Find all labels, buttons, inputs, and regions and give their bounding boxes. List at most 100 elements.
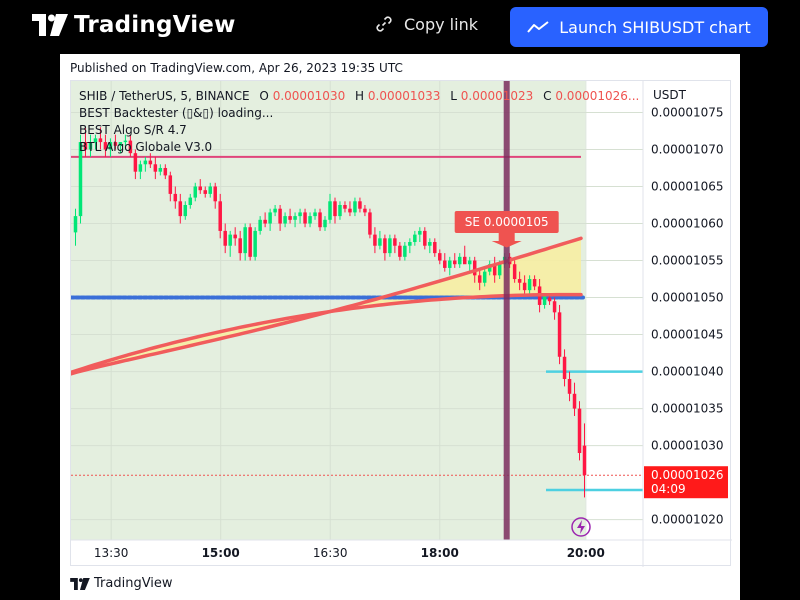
- symbol-title: SHIB / TetherUS, 5, BINANCE: [79, 89, 250, 103]
- tradingview-logo-icon: [32, 14, 68, 36]
- candle-body: [358, 201, 362, 209]
- price-tick-label: 0.00001035: [651, 402, 724, 416]
- candle-body: [393, 238, 397, 246]
- time-tick-label: 18:00: [421, 546, 459, 560]
- copy-link-label: Copy link: [404, 14, 478, 34]
- candle-body: [423, 230, 427, 246]
- candle-body: [413, 234, 417, 243]
- candle-body: [552, 301, 557, 313]
- copy-link-button[interactable]: Copy link: [374, 14, 478, 34]
- currency-label: USDT: [653, 88, 687, 102]
- candle-body: [458, 256, 462, 265]
- candle-body: [383, 238, 387, 254]
- price-tick-label: 0.00001065: [651, 179, 724, 193]
- price-tick-label: 0.00001030: [651, 439, 724, 453]
- candle-body: [398, 245, 402, 257]
- candle-body: [213, 186, 217, 202]
- candle-body: [482, 271, 487, 283]
- price-tick-label: 0.00001020: [651, 513, 724, 527]
- indicator-2[interactable]: BEST Algo S/R 4.7: [79, 123, 187, 137]
- last-price-value: 0.00001026: [651, 468, 724, 482]
- close-label: C: [543, 89, 551, 103]
- price-axis[interactable]: 0.00001075 0.00001070 0.00001065 0.00001060…: [651, 105, 724, 526]
- candle-body: [188, 197, 193, 206]
- candle-body: [283, 216, 287, 224]
- candle-body: [323, 219, 327, 228]
- time-tick-label: 16:30: [313, 546, 348, 560]
- launch-chart-button[interactable]: Launch SHIBUSDT chart: [510, 7, 768, 47]
- candle-body: [557, 312, 562, 357]
- candle-body: [183, 205, 188, 217]
- top-bar: TradingView Copy link Launch SHIBUSDT ch…: [0, 0, 800, 54]
- candle-body: [318, 212, 322, 228]
- time-tick-label: 15:00: [202, 546, 240, 560]
- chart-frame[interactable]: SE 0.0000105 SHIB / TetherUS, 5, BINANCE…: [69, 80, 732, 567]
- countdown-value: 04:09: [651, 482, 686, 496]
- candle-body: [138, 164, 143, 172]
- candle-body: [303, 212, 307, 224]
- candle-body: [378, 238, 382, 246]
- time-tick-label: 13:30: [94, 546, 129, 560]
- close-value: 0.00001026...: [555, 89, 639, 103]
- indicator-3[interactable]: BTL Algo Globale V3.0: [79, 140, 212, 154]
- indicator-1[interactable]: BEST Backtester (▯&▯) loading...: [79, 106, 273, 120]
- candle-body: [143, 160, 148, 165]
- candle-body: [517, 279, 522, 283]
- tradingview-footer-icon: [70, 577, 90, 590]
- candle-body: [223, 230, 227, 246]
- candle-body: [243, 227, 247, 254]
- candle-body: [273, 208, 277, 213]
- chart-card: Published on TradingView.com, Apr 26, 20…: [60, 54, 740, 600]
- tradingview-logo[interactable]: TradingView: [32, 12, 236, 38]
- candle-body: [363, 208, 367, 213]
- price-tick-label: 0.00001050: [651, 291, 724, 305]
- candle-body: [328, 201, 332, 220]
- price-chart[interactable]: SE 0.0000105 SHIB / TetherUS, 5, BINANCE…: [69, 81, 732, 567]
- svg-text:SHIB / TetherUS, 5, BINANCE: SHIB / TetherUS, 5, BINANCE O 0.00001030…: [79, 89, 639, 103]
- candle-body: [462, 256, 467, 265]
- candle-body: [133, 153, 138, 172]
- candle-body: [562, 356, 567, 379]
- candle-body: [497, 264, 502, 276]
- candle-body: [233, 234, 237, 239]
- candle-body: [248, 227, 252, 257]
- signal-arrow-stem: [498, 233, 515, 241]
- candle-body: [433, 242, 437, 254]
- open-label: O: [259, 89, 268, 103]
- candle-body: [388, 238, 392, 254]
- price-tick-label: 0.00001060: [651, 217, 724, 231]
- high-label: H: [355, 89, 364, 103]
- link-icon: [376, 16, 392, 32]
- candle-body: [73, 216, 78, 233]
- candle-body: [527, 279, 532, 291]
- candle-body: [472, 260, 477, 276]
- time-tick-label: 20:00: [567, 546, 605, 560]
- candle-body: [148, 160, 153, 165]
- low-label: L: [450, 89, 457, 103]
- time-axis[interactable]: 13:30 15:00 16:30 18:00 20:00: [94, 546, 605, 560]
- candle-body: [467, 260, 472, 265]
- candle-body: [253, 230, 257, 257]
- candle-body: [238, 238, 242, 254]
- candle-body: [168, 175, 173, 194]
- candle-body: [567, 378, 572, 394]
- footer-brand: TradingView: [94, 576, 173, 591]
- footer-logo[interactable]: TradingView: [70, 576, 173, 591]
- published-info: Published on TradingView.com, Apr 26, 20…: [70, 61, 403, 75]
- candle-body: [512, 264, 517, 280]
- price-tick-label: 0.00001040: [651, 365, 724, 379]
- price-tick-label: 0.00001070: [651, 142, 724, 156]
- candle-body: [158, 167, 163, 172]
- candle-body: [193, 186, 198, 198]
- candle-body: [218, 201, 222, 231]
- candle-body: [418, 230, 422, 235]
- trend-line-icon: [527, 21, 549, 33]
- candle-body: [228, 234, 232, 246]
- candle-body: [572, 393, 577, 409]
- candle-body: [577, 408, 582, 454]
- candle-body: [582, 445, 587, 476]
- candle-body: [293, 216, 297, 220]
- candle-body: [373, 234, 377, 246]
- candle-body: [443, 260, 447, 268]
- candle-body: [153, 164, 158, 172]
